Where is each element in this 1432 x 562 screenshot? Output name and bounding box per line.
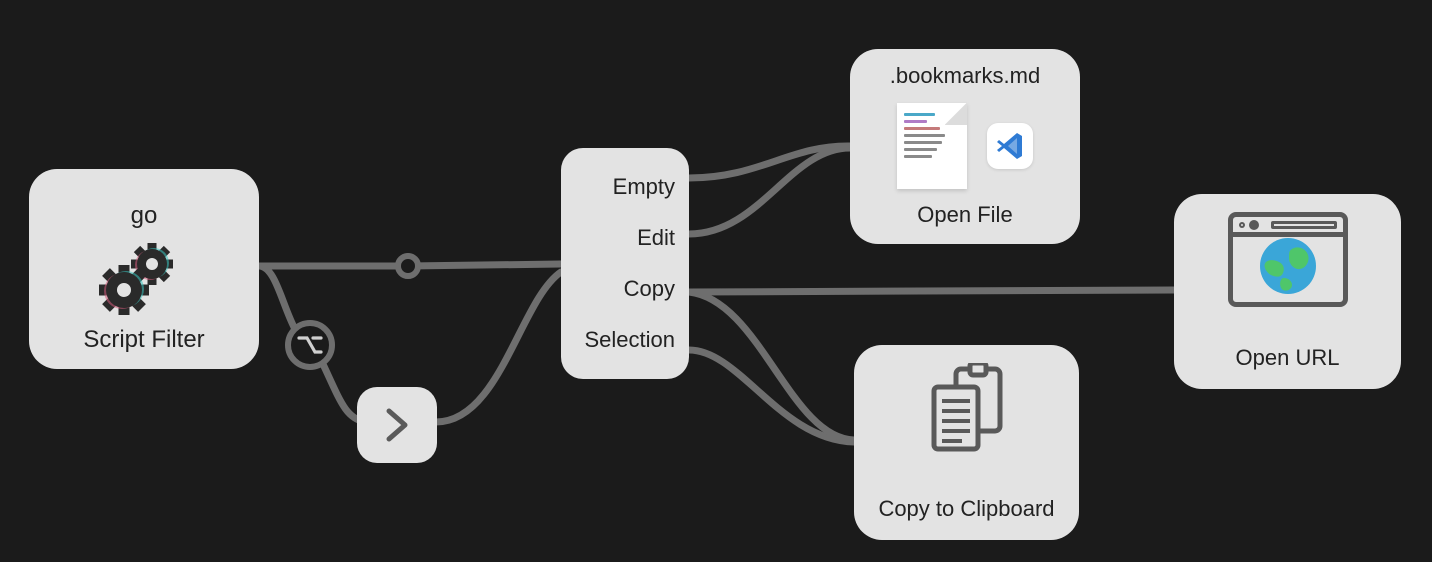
- copy-clipboard-label: Copy to Clipboard: [878, 496, 1054, 522]
- connection-junction[interactable]: [395, 253, 421, 279]
- gears-icon: [94, 238, 194, 318]
- clipboard-icon: [922, 363, 1012, 463]
- conditional-option-empty[interactable]: Empty: [561, 162, 689, 212]
- chevron-right-icon: [380, 405, 414, 445]
- document-icon: [897, 103, 967, 189]
- script-filter-label: Script Filter: [83, 326, 204, 354]
- arg-utility-node[interactable]: [357, 387, 437, 463]
- browser-icon: [1228, 212, 1348, 307]
- workflow-canvas[interactable]: go: [0, 0, 1432, 562]
- script-filter-keyword: go: [131, 202, 158, 230]
- open-url-label: Open URL: [1236, 345, 1340, 371]
- script-filter-node[interactable]: go: [29, 169, 259, 369]
- open-file-filename: .bookmarks.md: [890, 63, 1040, 89]
- option-key-icon: [296, 331, 324, 359]
- globe-icon: [1256, 234, 1320, 298]
- conditional-option-copy[interactable]: Copy: [561, 264, 689, 314]
- open-file-label: Open File: [917, 202, 1012, 228]
- modifier-option-node[interactable]: [285, 320, 335, 370]
- copy-clipboard-node[interactable]: Copy to Clipboard: [854, 345, 1079, 540]
- open-url-node[interactable]: Open URL: [1174, 194, 1401, 389]
- conditional-node[interactable]: Empty Edit Copy Selection: [561, 148, 689, 379]
- conditional-option-selection[interactable]: Selection: [561, 315, 689, 365]
- open-file-node[interactable]: .bookmarks.md Open File: [850, 49, 1080, 244]
- vscode-icon: [987, 123, 1033, 169]
- conditional-option-edit[interactable]: Edit: [561, 213, 689, 263]
